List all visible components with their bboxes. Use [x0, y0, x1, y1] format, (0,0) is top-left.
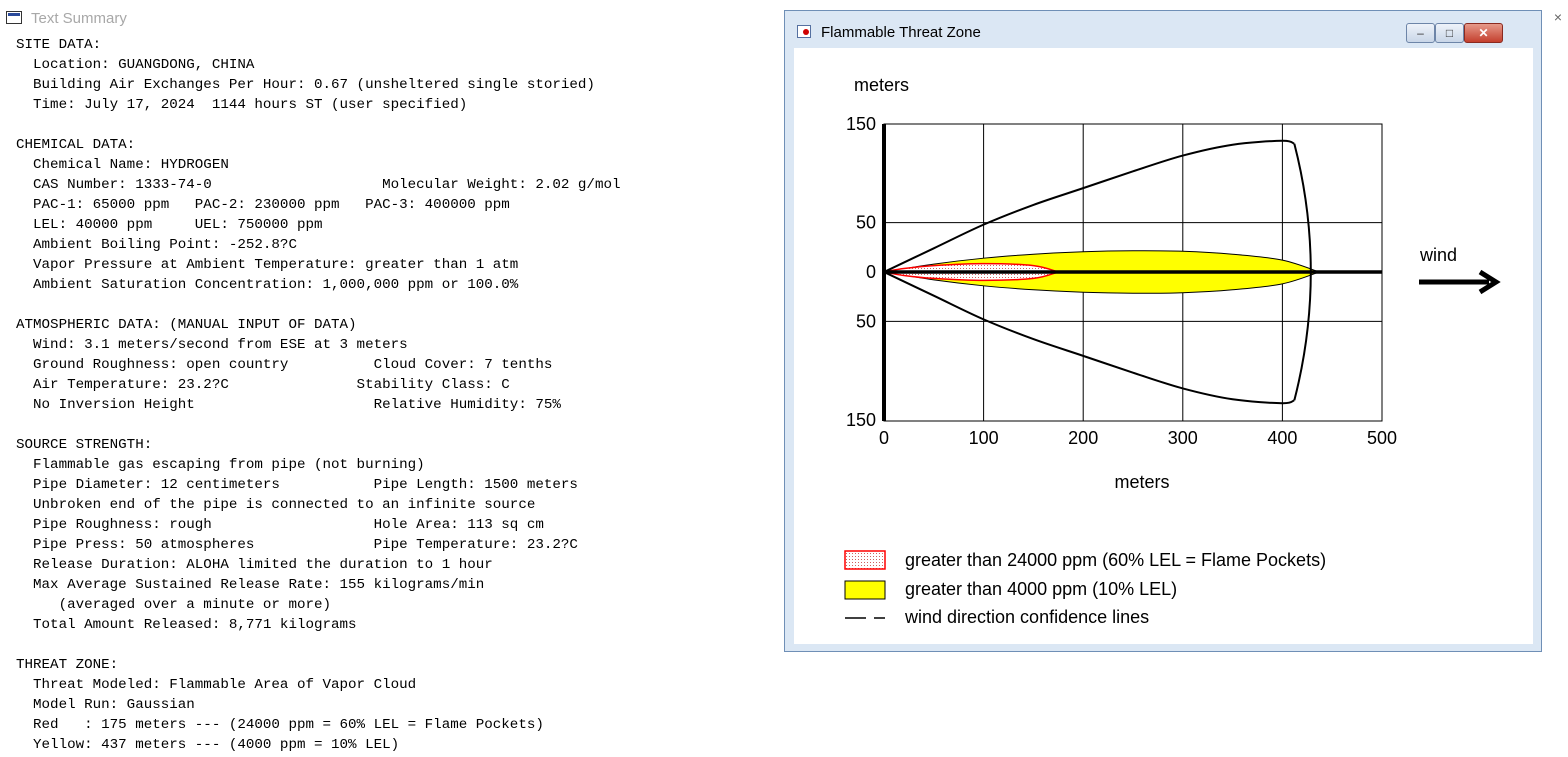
y-tick-label: 50 [856, 213, 876, 233]
maximize-button[interactable]: □ [1435, 23, 1464, 43]
plot-shapes [882, 124, 1382, 421]
summary-line: No Inversion Height Relative Humidity: 7… [16, 397, 561, 413]
summary-line: (averaged over a minute or more) [16, 597, 332, 613]
summary-line: Chemical Name: HYDROGEN [16, 157, 229, 173]
summary-line: CAS Number: 1333-74-0 Molecular Weight: … [16, 177, 621, 193]
summary-line: Ground Roughness: open country Cloud Cov… [16, 357, 553, 373]
x-tick-label: 100 [969, 428, 999, 448]
legend-swatch-yellow [844, 580, 886, 600]
summary-line: ATMOSPHERIC DATA: (MANUAL INPUT OF DATA) [16, 317, 357, 333]
text-summary-window-icon [6, 11, 22, 24]
threat-window-titlebar[interactable]: Flammable Threat Zone – □ ✕ [785, 11, 1541, 51]
wind-label: wind [1419, 245, 1457, 265]
threat-window-title: Flammable Threat Zone [821, 24, 981, 41]
summary-line: Pipe Diameter: 12 centimeters Pipe Lengt… [16, 477, 578, 493]
summary-line [16, 115, 621, 135]
summary-line: Pipe Roughness: rough Hole Area: 113 sq … [16, 517, 544, 533]
summary-line: SOURCE STRENGTH: [16, 437, 153, 453]
summary-line: Release Duration: ALOHA limited the dura… [16, 557, 493, 573]
threat-zone-plot-area: 0 100 200 300 400 500 150 50 0 50 150 meters meter… [794, 48, 1533, 644]
y-tick-label: 50 [856, 311, 876, 331]
summary-line: CHEMICAL DATA: [16, 137, 136, 153]
summary-line: Pipe Press: 50 atmospheres Pipe Temperat… [16, 537, 578, 553]
text-summary-body: SITE DATA: Location: GUANGDONG, CHINA Bu… [16, 35, 621, 755]
x-tick-label: 0 [879, 428, 889, 448]
summary-line: Unbroken end of the pipe is connected to… [16, 497, 536, 513]
summary-line: Wind: 3.1 meters/second from ESE at 3 me… [16, 337, 408, 353]
summary-line: SITE DATA: [16, 37, 102, 53]
y-tick-label: 150 [846, 114, 876, 134]
x-tick-label: 500 [1367, 428, 1397, 448]
legend-label-red: greater than 24000 ppm (60% LEL = Flame … [905, 550, 1326, 570]
flammable-threat-zone-window: Flammable Threat Zone – □ ✕ 0 100 200 300 40… [784, 10, 1542, 652]
legend-label-yellow: greater than 4000 ppm (10% LEL) [905, 579, 1177, 599]
summary-line: Ambient Boiling Point: -252.8?C [16, 237, 297, 253]
summary-line: Red : 175 meters --- (24000 ppm = 60% LE… [16, 717, 544, 733]
threat-window-icon [797, 25, 811, 38]
summary-line: Max Average Sustained Release Rate: 155 … [16, 577, 485, 593]
summary-line: Flammable gas escaping from pipe (not bu… [16, 457, 425, 473]
y-tick-label: 0 [866, 262, 876, 282]
x-tick-label: 300 [1168, 428, 1198, 448]
x-axis-label: meters [1114, 472, 1169, 492]
summary-line [16, 295, 621, 315]
close-button[interactable]: ✕ [1464, 23, 1503, 43]
summary-line: Total Amount Released: 8,771 kilograms [16, 617, 357, 633]
x-tick-label: 400 [1267, 428, 1297, 448]
legend-swatch-red [844, 550, 886, 570]
summary-line: THREAT ZONE: [16, 657, 119, 673]
minimize-button[interactable]: – [1406, 23, 1435, 43]
summary-line: Air Temperature: 23.2?C Stability Class:… [16, 377, 510, 393]
summary-line [16, 415, 621, 435]
summary-line: Ambient Saturation Concentration: 1,000,… [16, 277, 519, 293]
y-axis-label: meters [854, 75, 909, 95]
y-tick-label: 150 [846, 410, 876, 430]
summary-line: Threat Modeled: Flammable Area of Vapor … [16, 677, 417, 693]
summary-line: LEL: 40000 ppm UEL: 750000 ppm [16, 217, 323, 233]
summary-line: Building Air Exchanges Per Hour: 0.67 (u… [16, 77, 595, 93]
summary-line: Model Run: Gaussian [16, 697, 195, 713]
summary-line [16, 635, 621, 655]
summary-line: PAC-1: 65000 ppm PAC-2: 230000 ppm PAC-3… [16, 197, 510, 213]
close-icon[interactable]: × [1548, 8, 1568, 28]
legend-label-lines: wind direction confidence lines [904, 607, 1149, 627]
text-summary-title: Text Summary [31, 10, 127, 27]
threat-zone-plot: 0 100 200 300 400 50015050050150 meters meter… [844, 75, 1501, 627]
text-summary-lines: SITE DATA: Location: GUANGDONG, CHINA Bu… [16, 35, 621, 755]
summary-line: Vapor Pressure at Ambient Temperature: g… [16, 257, 519, 273]
summary-line: Location: GUANGDONG, CHINA [16, 57, 255, 73]
wind-arrow-icon [1419, 269, 1501, 295]
summary-line: Time: July 17, 2024 1144 hours ST (user … [16, 97, 468, 113]
summary-line: Yellow: 437 meters --- (4000 ppm = 10% L… [16, 737, 400, 753]
legend: greater than 24000 ppm (60% LEL = Flame … [844, 550, 1326, 627]
x-tick-label: 200 [1068, 428, 1098, 448]
